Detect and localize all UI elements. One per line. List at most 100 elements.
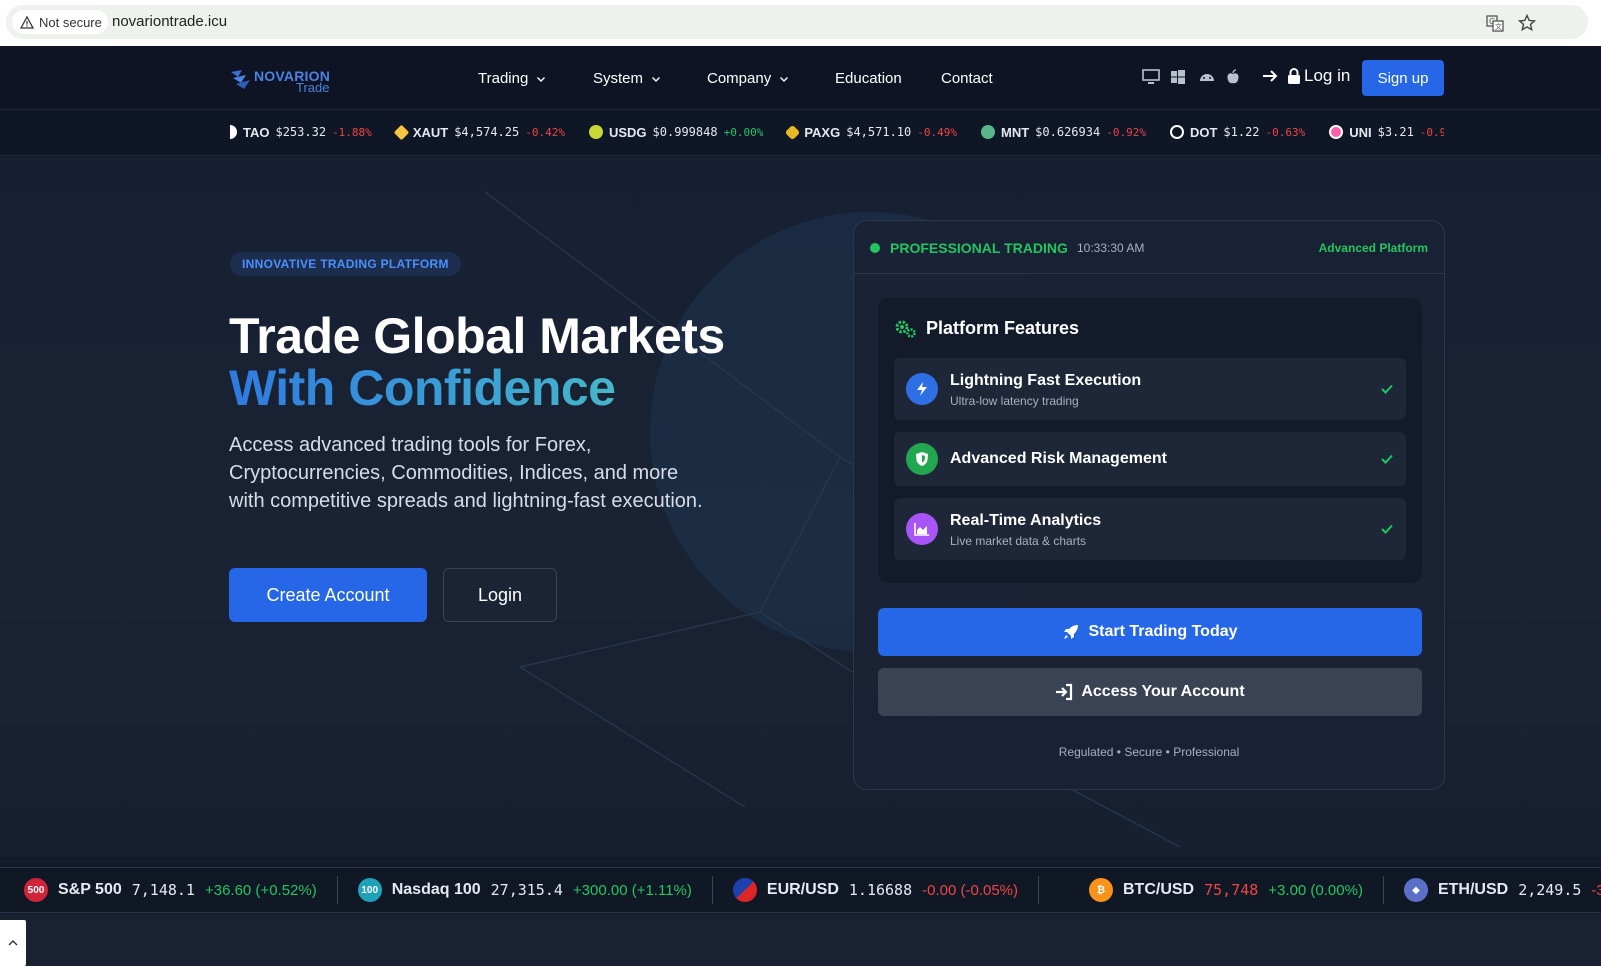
feature-item-analytics: Real-Time Analytics Live market data & c… bbox=[894, 498, 1406, 560]
gold-icon bbox=[393, 124, 410, 140]
nav-contact[interactable]: Contact bbox=[941, 70, 993, 87]
card-status: PROFESSIONAL TRADING bbox=[890, 240, 1068, 256]
nav-company-label: Company bbox=[707, 70, 772, 87]
ticker-symbol: XAUT bbox=[412, 124, 449, 140]
logo-mark-icon bbox=[231, 70, 250, 89]
card-footer: Regulated • Secure • Professional bbox=[1058, 745, 1240, 759]
nav-education-label: Education bbox=[835, 70, 902, 87]
ticker-symbol: USDG bbox=[608, 124, 647, 140]
crypto-ticker: TAO $253.32 -1.88% XAUT $4,574.25 -0.42%… bbox=[0, 110, 1601, 156]
features-title: Platform Features bbox=[926, 318, 1080, 338]
features-panel: Platform Features Lightning Fast Executi… bbox=[878, 298, 1422, 583]
login-link[interactable]: Log in bbox=[1262, 66, 1350, 86]
ticker-track: TAO $253.32 -1.88% XAUT $4,574.25 -0.42%… bbox=[230, 110, 1444, 154]
login-arrow-icon bbox=[1263, 70, 1278, 82]
ticker-item[interactable]: USDG $0.999848 +0.00% bbox=[588, 124, 763, 140]
security-label: Not secure bbox=[39, 14, 102, 30]
ticker-change: -0.42% bbox=[525, 125, 565, 139]
hero-title-line1: Trade Global Markets bbox=[229, 308, 725, 364]
trading-card: PROFESSIONAL TRADING 10:33:30 AM Advance… bbox=[853, 220, 1445, 790]
ticker-price: $4,571.10 bbox=[846, 125, 912, 139]
tao-icon bbox=[230, 125, 237, 139]
market-change: +300.00 (+1.11%) bbox=[572, 881, 692, 899]
hero-section: INNOVATIVE TRADING PLATFORM Trade Global… bbox=[0, 157, 1601, 857]
ticker-item[interactable]: MNT $0.626934 -0.92% bbox=[981, 125, 1146, 140]
check-icon bbox=[1381, 524, 1393, 534]
ticker-change: -0.90% bbox=[1419, 125, 1444, 139]
security-indicator[interactable]: Not secure bbox=[12, 10, 108, 34]
ticker-item[interactable]: TAO $253.32 -1.88% bbox=[230, 125, 372, 140]
ticker-item[interactable]: PAXG $4,571.10 -0.49% bbox=[785, 124, 957, 140]
chevron-down-icon bbox=[537, 76, 546, 82]
site-navbar: NOVARION Trade Trading System Company Ed… bbox=[0, 46, 1601, 110]
ticker-item[interactable]: DOT $1.22 -0.63% bbox=[1169, 124, 1306, 140]
nasdaq-icon: 100 bbox=[357, 878, 382, 902]
ticker-symbol: MNT bbox=[1001, 124, 1030, 140]
url-text[interactable]: novariontrade.icu bbox=[112, 13, 227, 30]
market-ticker: 500 S&P 500 7,148.1 +36.60 (+0.52%) 100 … bbox=[0, 867, 1601, 913]
check-icon bbox=[1381, 454, 1393, 464]
bitcoin-icon: ₿ bbox=[1089, 878, 1113, 902]
hero-badge: INNOVATIVE TRADING PLATFORM bbox=[230, 252, 461, 276]
ticker-change: -0.49% bbox=[917, 125, 957, 139]
ticker-price: $0.999848 bbox=[652, 125, 718, 139]
market-price: 75,748 bbox=[1204, 881, 1259, 899]
ticker-item[interactable]: UNI $3.21 -0.90% bbox=[1329, 125, 1444, 140]
card-header: PROFESSIONAL TRADING 10:33:30 AM Advance… bbox=[854, 221, 1444, 274]
market-item[interactable]: ◆ ETH/USD 2,249.5 -3.00 (-0.13%) bbox=[1382, 876, 1601, 904]
ticker-price: $4,574.25 bbox=[454, 125, 520, 139]
market-symbol: ETH/USD bbox=[1437, 881, 1509, 898]
site-logo[interactable]: NOVARION Trade bbox=[230, 66, 340, 95]
access-account-button[interactable]: Access Your Account bbox=[878, 668, 1422, 716]
nav-system[interactable]: System bbox=[593, 70, 661, 87]
nav-contact-label: Contact bbox=[941, 70, 993, 87]
ticker-price: $3.21 bbox=[1377, 125, 1414, 139]
ticker-change: -0.63% bbox=[1265, 125, 1306, 139]
chevron-down-icon bbox=[780, 76, 789, 82]
nav-trading[interactable]: Trading bbox=[478, 70, 546, 87]
feature-subtitle: Live market data & charts bbox=[950, 534, 1087, 548]
ticker-item[interactable]: XAUT $4,574.25 -0.42% bbox=[393, 124, 565, 140]
market-symbol: BTC/USD bbox=[1123, 881, 1195, 898]
market-change: +3.00 (0.00%) bbox=[1268, 881, 1363, 899]
apple-icon[interactable] bbox=[1226, 69, 1244, 85]
windows-icon[interactable] bbox=[1170, 69, 1188, 85]
market-item[interactable]: 500 S&P 500 7,148.1 +36.60 (+0.52%) bbox=[0, 876, 337, 904]
market-symbol: EUR/USD bbox=[766, 881, 839, 898]
signup-button[interactable]: Sign up bbox=[1362, 60, 1444, 96]
ticker-change: -0.92% bbox=[1106, 125, 1146, 139]
desktop-icon[interactable] bbox=[1142, 69, 1160, 85]
market-price: 7,148.1 bbox=[131, 881, 195, 899]
hero-title-line2: With Confidence bbox=[229, 360, 616, 416]
ticker-symbol: TAO bbox=[243, 124, 270, 140]
feature-name: Advanced Risk Management bbox=[950, 450, 1167, 467]
scroll-to-top-button[interactable] bbox=[0, 920, 26, 966]
usdg-icon bbox=[588, 125, 603, 139]
chevron-up-icon bbox=[8, 940, 18, 946]
nav-company[interactable]: Company bbox=[707, 70, 789, 87]
live-status-dot bbox=[870, 243, 880, 253]
eur-usd-flag-icon bbox=[732, 878, 757, 902]
market-item[interactable]: ₿ BTC/USD 75,748 +3.00 (0.00%) bbox=[1038, 876, 1383, 904]
market-symbol: S&P 500 bbox=[58, 881, 122, 898]
android-icon[interactable] bbox=[1198, 69, 1216, 85]
svg-text:文: 文 bbox=[1495, 22, 1502, 31]
create-account-button[interactable]: Create Account bbox=[229, 568, 427, 622]
market-change: -3.00 (-0.13%) bbox=[1591, 881, 1601, 899]
ethereum-icon: ◆ bbox=[1403, 878, 1428, 902]
address-bar[interactable]: Not secure novariontrade.icu G文 bbox=[6, 5, 1588, 39]
nav-education[interactable]: Education bbox=[835, 70, 902, 87]
page-bottom bbox=[0, 914, 1601, 966]
market-item[interactable]: EUR/USD 1.16688 -0.00 (-0.05%) bbox=[711, 876, 1038, 904]
login-button[interactable]: Login bbox=[443, 568, 557, 622]
bookmark-star-icon[interactable] bbox=[1518, 14, 1536, 32]
ticker-symbol: DOT bbox=[1189, 124, 1218, 140]
market-item[interactable]: 100 Nasdaq 100 27,315.4 +300.00 (+1.11%) bbox=[336, 876, 712, 904]
market-change: -0.00 (-0.05%) bbox=[922, 881, 1018, 899]
ticker-price: $253.32 bbox=[275, 125, 327, 139]
translate-icon[interactable]: G文 bbox=[1486, 14, 1504, 32]
start-trading-label: Start Trading Today bbox=[1088, 623, 1238, 640]
start-trading-button[interactable]: Start Trading Today bbox=[878, 608, 1422, 656]
sign-in-icon bbox=[1056, 683, 1073, 701]
market-ticker-track: 500 S&P 500 7,148.1 +36.60 (+0.52%) 100 … bbox=[0, 868, 1601, 912]
